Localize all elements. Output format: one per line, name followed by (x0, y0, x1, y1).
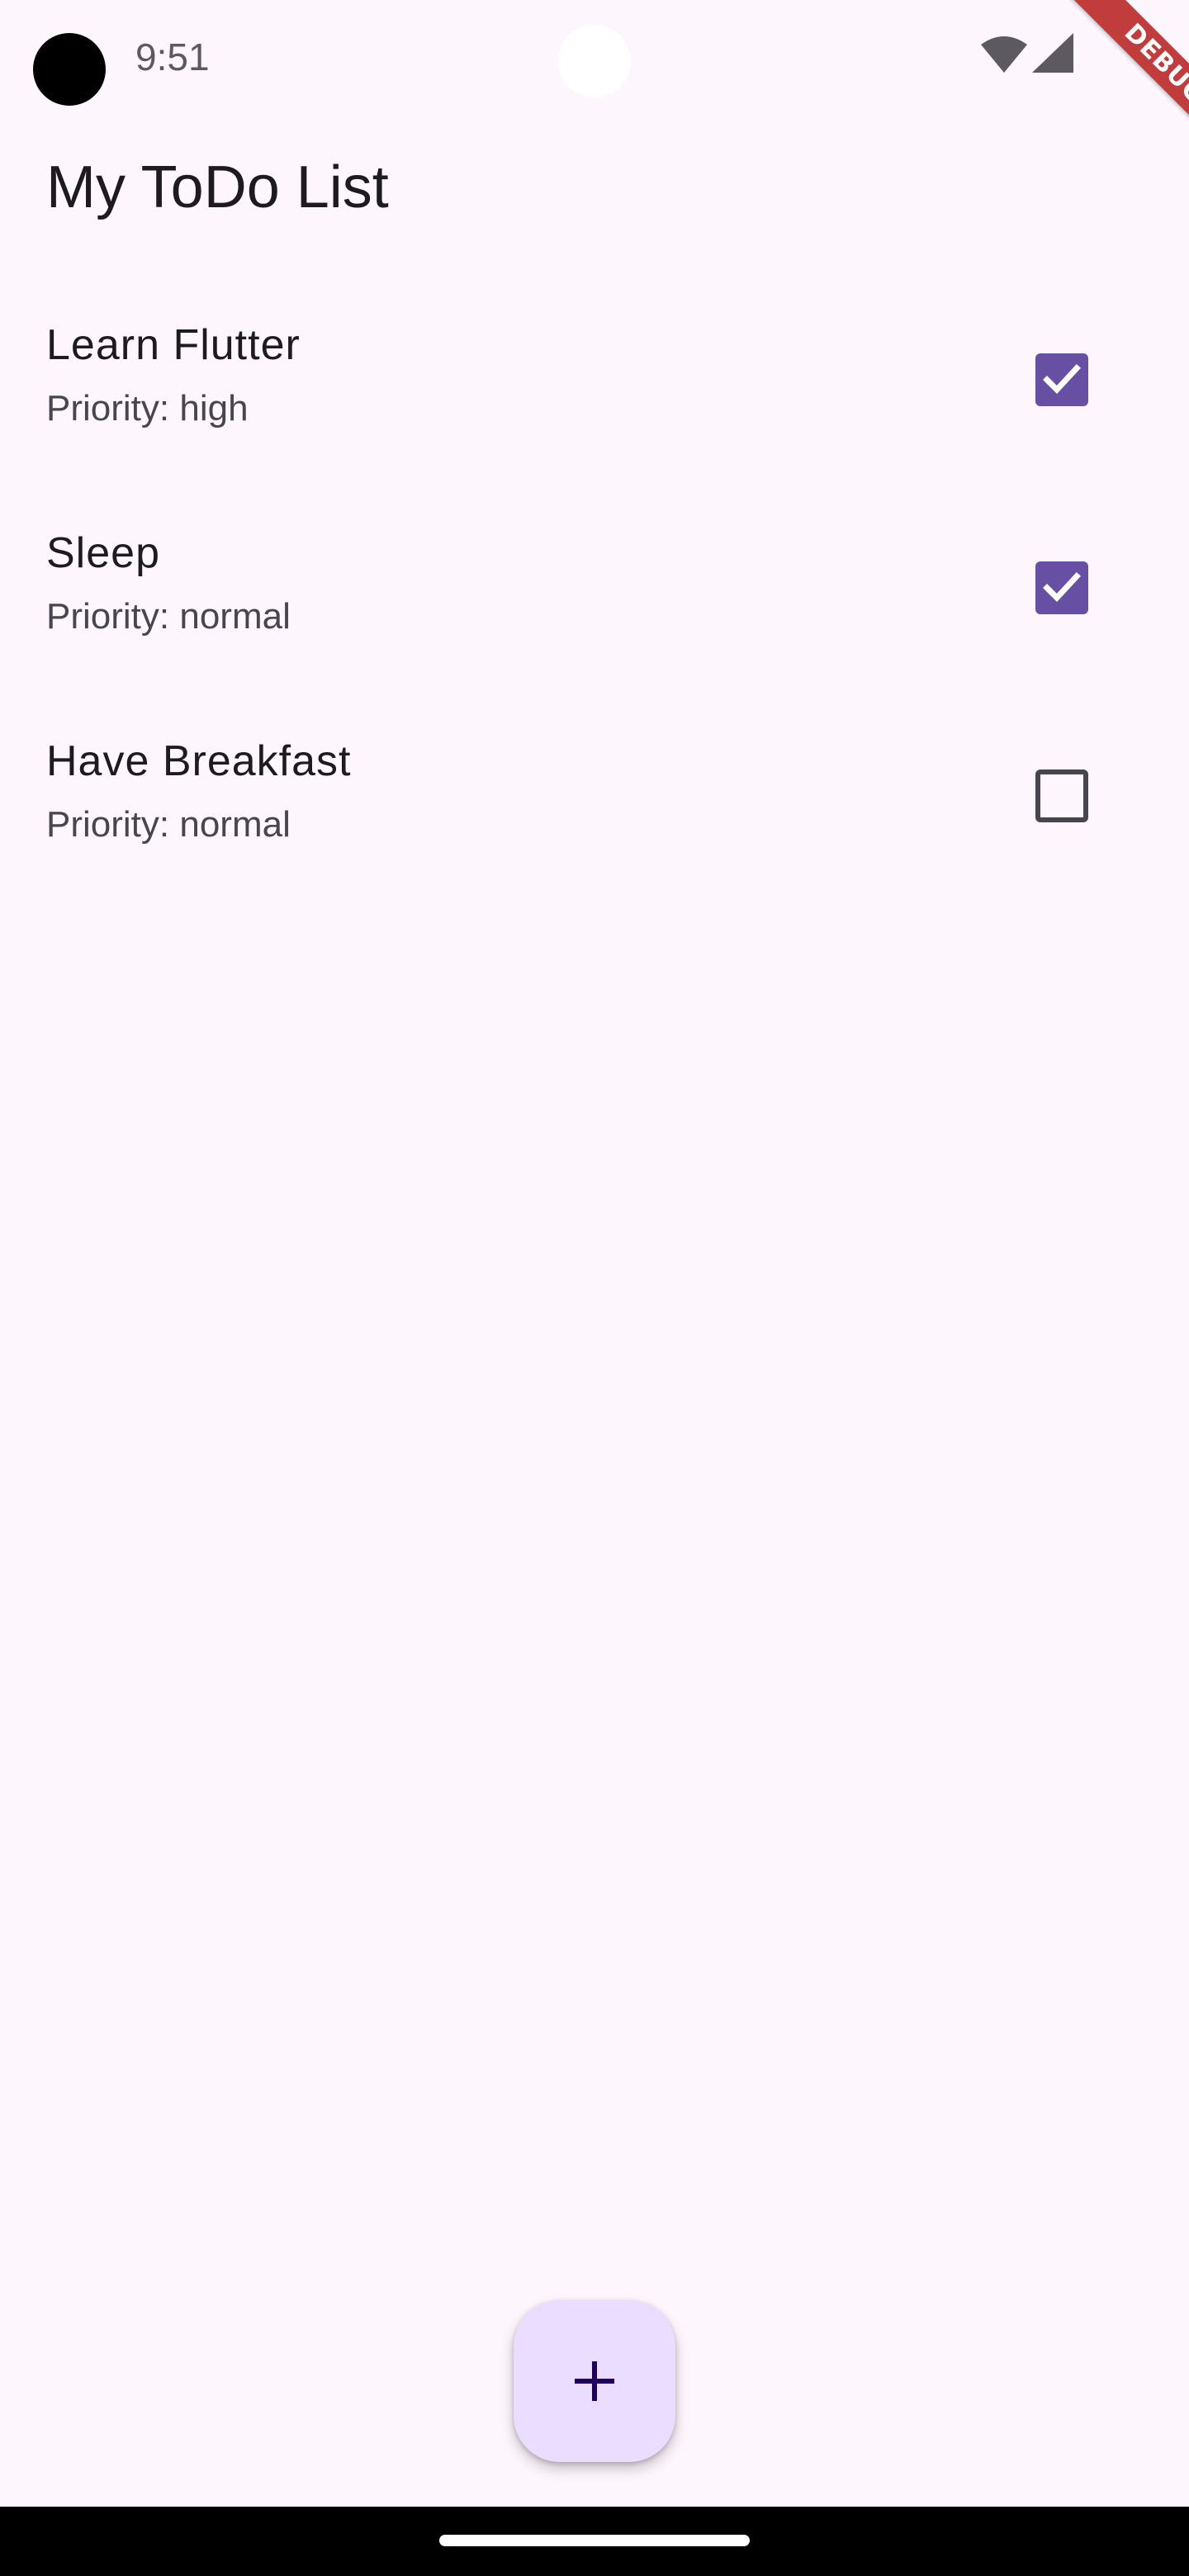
page-title: My ToDo List (46, 154, 389, 220)
todo-checkbox[interactable] (1035, 769, 1088, 822)
todo-priority: Priority: normal (46, 804, 291, 845)
camera-cutout (33, 33, 106, 106)
todo-priority: Priority: normal (46, 596, 291, 637)
todo-item[interactable]: Sleep Priority: normal (0, 502, 1189, 710)
add-todo-button[interactable] (514, 2300, 675, 2462)
wifi-icon (981, 36, 1027, 73)
status-time: 9:51 (135, 36, 210, 78)
check-icon (1043, 572, 1081, 603)
system-nav-bar (0, 2507, 1189, 2576)
status-bar: 9:51 (0, 0, 1189, 116)
todo-title: Learn Flutter (46, 321, 301, 369)
todo-priority: Priority: high (46, 388, 249, 429)
signal-icon (1032, 33, 1073, 73)
todo-title: Sleep (46, 529, 160, 577)
todo-list: Learn Flutter Priority: high Sleep Prior… (0, 294, 1189, 918)
front-camera (558, 25, 631, 97)
todo-item[interactable]: Learn Flutter Priority: high (0, 294, 1189, 502)
check-icon (1043, 364, 1081, 395)
todo-item[interactable]: Have Breakfast Priority: normal (0, 710, 1189, 918)
todo-checkbox[interactable] (1035, 561, 1088, 614)
plus-icon (575, 2361, 614, 2401)
todo-checkbox[interactable] (1035, 353, 1088, 406)
home-indicator[interactable] (439, 2535, 750, 2546)
todo-title: Have Breakfast (46, 737, 352, 785)
